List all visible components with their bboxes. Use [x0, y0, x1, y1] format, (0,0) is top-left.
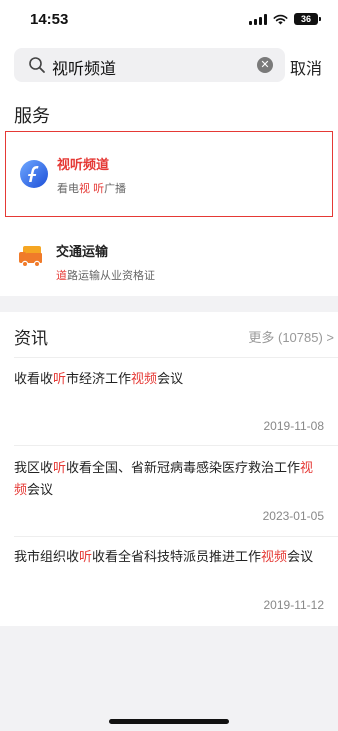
- divider: [14, 445, 338, 446]
- search-query: 视听频道: [52, 61, 117, 78]
- home-indicator[interactable]: [109, 719, 229, 724]
- battery-icon: 36: [294, 13, 321, 25]
- news-item[interactable]: 我市组织收听收看全省科技特派员推进工作视频会议 2019-11-12: [0, 546, 338, 618]
- status-time: 14:53: [30, 11, 69, 28]
- services-section-title: 服务: [14, 106, 50, 126]
- search-icon: [29, 57, 45, 73]
- truck-icon: [19, 246, 42, 268]
- service-desc: 道路运输从业资格证: [56, 270, 155, 282]
- divider: [14, 536, 338, 537]
- service-item-audio-video[interactable]: 视听频道 看电视 听广播: [5, 131, 333, 217]
- flash-logo-icon: [20, 160, 48, 188]
- section-separator: [0, 296, 338, 312]
- news-date: 2019-11-08: [263, 419, 325, 433]
- search-input[interactable]: 视听频道 ✕: [14, 48, 285, 82]
- service-item-transport[interactable]: 交通运输 道路运输从业资格证: [5, 219, 333, 305]
- signal-icon: [249, 13, 267, 25]
- divider: [14, 357, 338, 358]
- status-icons: 36: [249, 13, 321, 25]
- status-bar: 14:53 36: [0, 0, 338, 40]
- clear-icon[interactable]: ✕: [257, 57, 273, 73]
- wifi-icon: [273, 14, 288, 24]
- bottom-background: [0, 626, 338, 731]
- news-section-title: 资讯: [14, 329, 48, 348]
- news-title: 我市组织收听收看全省科技特派员推进工作视频会议: [14, 549, 314, 564]
- news-title: 我区收听收看全国、省新冠病毒感染医疗救治工作视频会议: [14, 460, 314, 497]
- service-name: 视听频道: [57, 157, 110, 172]
- news-date: 2019-11-12: [263, 598, 325, 612]
- news-title: 收看收听市经济工作视频会议: [14, 371, 184, 386]
- news-date: 2023-01-05: [262, 509, 324, 523]
- news-more-link[interactable]: 更多 (10785) >: [248, 327, 334, 346]
- service-desc: 看电视 听广播: [57, 183, 127, 195]
- service-name: 交通运输: [56, 244, 109, 259]
- cancel-button[interactable]: 取消: [290, 55, 322, 79]
- news-item[interactable]: 收看收听市经济工作视频会议 2019-11-08: [0, 368, 338, 440]
- news-item[interactable]: 我区收听收看全国、省新冠病毒感染医疗救治工作视频会议 2023-01-05: [0, 457, 338, 533]
- search-row: 视听频道 ✕ 取消: [14, 48, 324, 82]
